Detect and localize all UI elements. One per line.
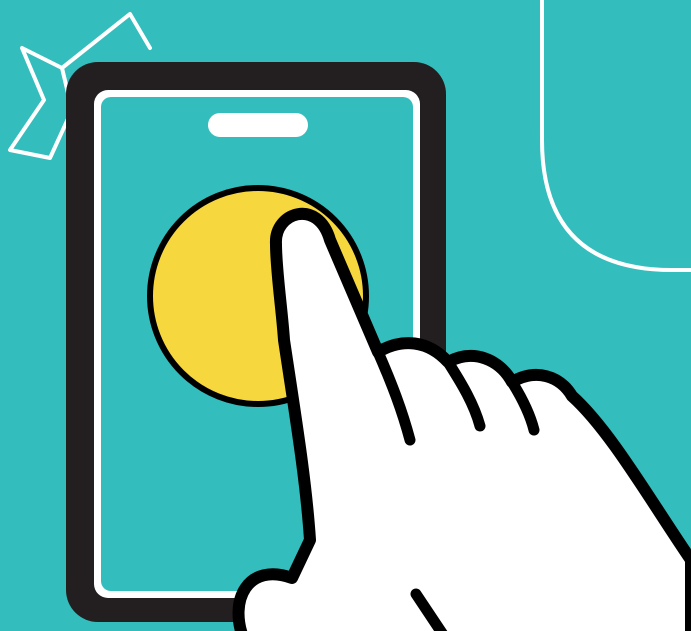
phone-speaker	[208, 113, 308, 137]
illustration-scene	[0, 0, 691, 631]
tap-phone-illustration	[0, 0, 691, 631]
